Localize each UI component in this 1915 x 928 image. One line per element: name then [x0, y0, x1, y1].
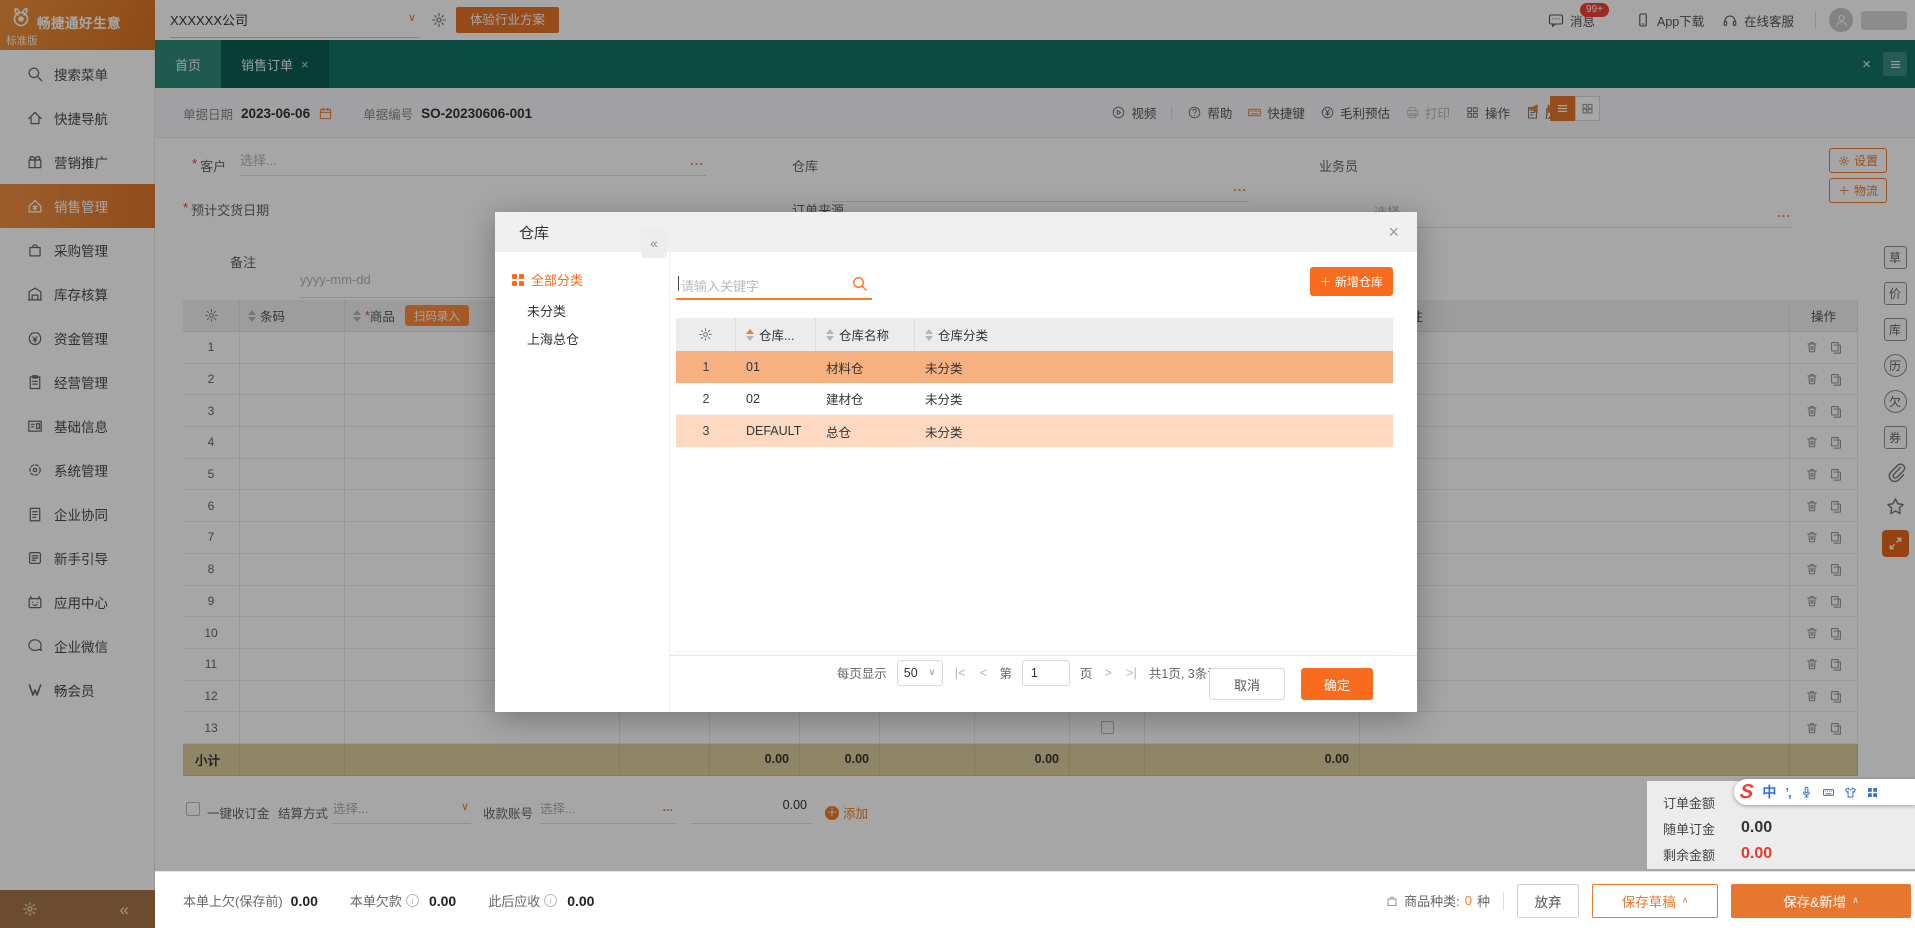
- cancel-button[interactable]: 取消: [1209, 668, 1285, 700]
- warehouse-cell-code: 01: [736, 351, 816, 383]
- category-all-label: 全部分类: [531, 270, 583, 289]
- save-draft-button[interactable]: 保存草稿 ∧: [1592, 884, 1718, 918]
- category-item[interactable]: 上海总仓: [527, 330, 579, 349]
- grid-icon: [512, 274, 524, 286]
- header-label: 仓库名称: [839, 325, 889, 344]
- remaining-label: 剩余金额: [1663, 845, 1741, 864]
- divider: [1503, 892, 1504, 910]
- after-receivable-value: 0.00: [567, 893, 594, 909]
- after-receivable-label: 此后应收: [488, 891, 540, 910]
- warehouse-row-DEFAULT[interactable]: 3DEFAULT总仓未分类: [676, 415, 1393, 447]
- bottom-action-bar: 本单上欠(保存前) 0.00 本单欠款 i 0.00 此后应收 i 0.00 商…: [155, 871, 1915, 928]
- warehouse-table-header: 仓库... 仓库名称 仓库分类: [676, 318, 1393, 351]
- skin-icon[interactable]: [1844, 786, 1857, 799]
- ime-punct-toggle[interactable]: ’,: [1785, 785, 1790, 800]
- sku-count: 商品种类: 0 种: [1385, 891, 1490, 910]
- keyboard-icon[interactable]: [1822, 786, 1835, 799]
- header-label: 仓库...: [759, 325, 794, 344]
- category-all[interactable]: 全部分类: [512, 270, 583, 289]
- chevron-up-icon: ∧: [1852, 895, 1859, 906]
- discard-button[interactable]: 放弃: [1517, 884, 1579, 918]
- header-label: 仓库分类: [938, 325, 988, 344]
- warehouse-cell-code: 02: [736, 383, 816, 415]
- deposit-row: 随单订金 0.00: [1663, 815, 1915, 841]
- modal-header: 仓库 ×: [495, 212, 1417, 252]
- bottom-actions: 商品种类: 0 种 放弃 保存草稿 ∧ 保存&新增 ∧: [1385, 872, 1913, 928]
- sku-label: 商品种类:: [1404, 891, 1460, 910]
- warehouse-cell-num: 2: [676, 383, 736, 415]
- modal-body: 请输入关键字 ＋ 新增仓库 仓库...仓库名称仓库分类 101材料仓未分类202…: [670, 252, 1417, 712]
- remaining-value: 0.00: [1741, 845, 1772, 863]
- warehouse-cell-cat: 未分类: [915, 415, 1393, 447]
- warehouse-header-cell: [676, 318, 736, 351]
- search-input[interactable]: 请输入关键字: [676, 270, 872, 300]
- category-item[interactable]: 未分类: [527, 302, 579, 321]
- sort-icon[interactable]: [925, 329, 933, 341]
- debt-value: 0.00: [429, 893, 456, 909]
- sogou-logo: S: [1739, 782, 1754, 802]
- sort-icon[interactable]: [826, 329, 834, 341]
- category-panel: 全部分类 未分类上海总仓: [495, 252, 670, 712]
- sku-count-value: 0: [1465, 893, 1472, 908]
- panel-collapse-icon[interactable]: «: [641, 228, 667, 258]
- warehouse-cell-code: DEFAULT: [736, 415, 816, 447]
- save-and-new-label: 保存&新增: [1783, 891, 1846, 911]
- gear-icon[interactable]: [698, 327, 713, 342]
- warehouse-modal: 仓库 × 全部分类 未分类上海总仓 « 请输入关键字 ＋ 新增仓库 仓库...仓…: [495, 212, 1417, 712]
- warehouse-cell-num: 1: [676, 351, 736, 383]
- debt-label: 本单欠款: [350, 891, 402, 910]
- menu-grid-icon[interactable]: [1866, 786, 1879, 799]
- warehouse-table: 仓库...仓库名称仓库分类 101材料仓未分类202建材仓未分类3DEFAULT…: [676, 318, 1393, 447]
- sort-icon[interactable]: [746, 329, 754, 341]
- warehouse-header-cell: 仓库...: [736, 318, 816, 351]
- debt-summary: 本单上欠(保存前) 0.00 本单欠款 i 0.00 此后应收 i 0.00: [183, 891, 618, 910]
- close-icon[interactable]: ×: [1388, 222, 1399, 243]
- warehouse-table-body: 101材料仓未分类202建材仓未分类3DEFAULT总仓未分类: [676, 351, 1393, 447]
- modal-title: 仓库: [519, 222, 549, 243]
- info-icon: i: [406, 894, 419, 907]
- remaining-row: 剩余金额 0.00: [1663, 841, 1915, 867]
- warehouse-cell-num: 3: [676, 415, 736, 447]
- warehouse-header-cell: 仓库名称: [816, 318, 915, 351]
- warehouse-row-01[interactable]: 101材料仓未分类: [676, 351, 1393, 383]
- chevron-up-icon: ∧: [1682, 895, 1689, 906]
- save-draft-label: 保存草稿: [1622, 891, 1676, 911]
- category-list: 未分类上海总仓: [527, 302, 579, 349]
- warehouse-cell-name: 材料仓: [816, 351, 915, 383]
- search-icon[interactable]: [851, 275, 868, 292]
- modal-footer: 取消 确定: [670, 655, 1417, 712]
- warehouse-cell-name: 建材仓: [816, 383, 915, 415]
- ime-toolbar: S 中 ’,: [1734, 779, 1915, 805]
- sku-unit: 种: [1477, 891, 1490, 910]
- ime-lang-toggle[interactable]: 中: [1762, 782, 1776, 802]
- deposit-value: 0.00: [1741, 819, 1772, 837]
- order-amount-label: 订单金额: [1663, 793, 1741, 812]
- info-icon: i: [544, 894, 557, 907]
- text-cursor: [678, 276, 679, 291]
- search-placeholder: 请输入关键字: [681, 276, 759, 295]
- warehouse-row-02[interactable]: 202建材仓未分类: [676, 383, 1393, 415]
- save-and-new-button[interactable]: 保存&新增 ∧: [1731, 884, 1911, 918]
- prev-debt-value: 0.00: [291, 893, 318, 909]
- mic-icon[interactable]: [1800, 786, 1813, 799]
- warehouse-cell-name: 总仓: [816, 415, 915, 447]
- warehouse-cell-cat: 未分类: [915, 351, 1393, 383]
- prev-debt-label: 本单上欠(保存前): [183, 891, 283, 910]
- warehouse-cell-cat: 未分类: [915, 383, 1393, 415]
- warehouse-header-cell: 仓库分类: [915, 318, 1393, 351]
- confirm-button[interactable]: 确定: [1301, 668, 1373, 700]
- deposit-label: 随单订金: [1663, 819, 1741, 838]
- new-warehouse-button[interactable]: ＋ 新增仓库: [1310, 267, 1393, 296]
- discard-label: 放弃: [1535, 891, 1562, 911]
- goods-icon: [1385, 894, 1399, 908]
